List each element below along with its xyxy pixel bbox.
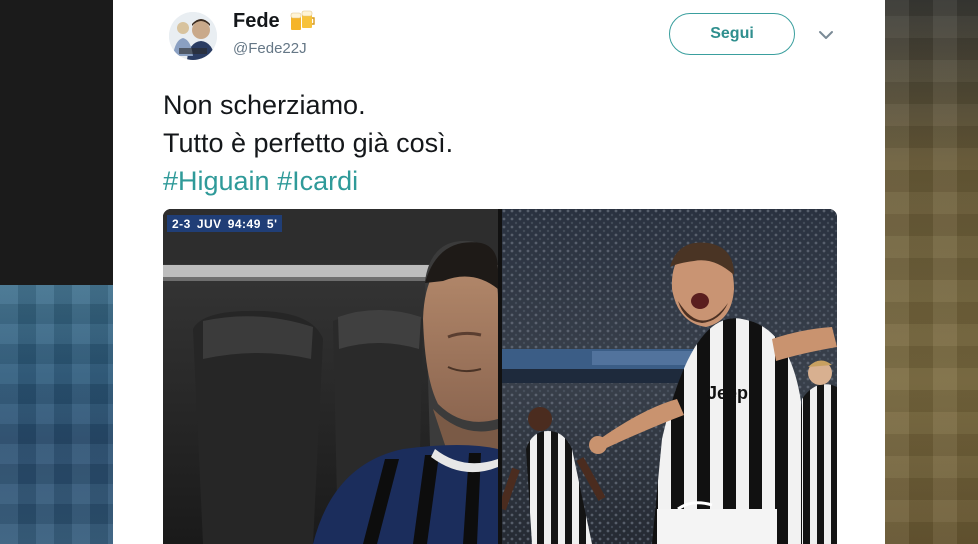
hashtag-line: #Higuain #Icardi (163, 162, 853, 200)
jersey-sponsor-text: Jeep (707, 383, 748, 403)
tweet-text: Non scherziamo. Tutto è perfetto già cos… (163, 86, 853, 200)
tweet-text-line: Non scherziamo. (163, 90, 366, 120)
background-dark-area (0, 0, 113, 285)
hashtag-link-icardi[interactable]: #Icardi (277, 166, 358, 196)
photo-higuain-celebration[interactable]: Jeep (502, 209, 837, 544)
scorebug: 2-3 JUV 94:49 5' (167, 215, 283, 232)
tweet-media[interactable]: 2-3 JUV 94:49 5' Jeep (163, 209, 837, 544)
chevron-down-icon[interactable] (817, 28, 835, 42)
photo-icardi-image (163, 209, 498, 544)
background-pixelated-area (0, 285, 113, 544)
beer-emoji-icon (290, 10, 315, 30)
background-right (885, 0, 978, 544)
background-left (0, 0, 113, 544)
author-name[interactable]: Fede (233, 10, 280, 33)
scorebug-score: 2-3 (172, 216, 191, 231)
photo-higuain-image: Jeep (502, 209, 837, 544)
author-handle[interactable]: @Fede22J (233, 40, 307, 57)
scorebug-added: 5' (266, 216, 278, 231)
hashtag-link-higuain[interactable]: #Higuain (163, 166, 270, 196)
background-pixelated-area (885, 0, 978, 544)
photo-icardi-stands[interactable]: 2-3 JUV 94:49 5' (163, 209, 498, 544)
scorebug-team: JUV (196, 216, 222, 231)
scorebug-clock: 94:49 (227, 216, 261, 231)
follow-button[interactable]: Segui (669, 13, 795, 55)
tweet-text-line: Tutto è perfetto già così. (163, 128, 454, 158)
avatar[interactable] (169, 12, 217, 60)
avatar-image (169, 12, 217, 60)
tweet-card: Fede @Fede22J Segui Non scherziamo. Tutt… (113, 0, 885, 544)
